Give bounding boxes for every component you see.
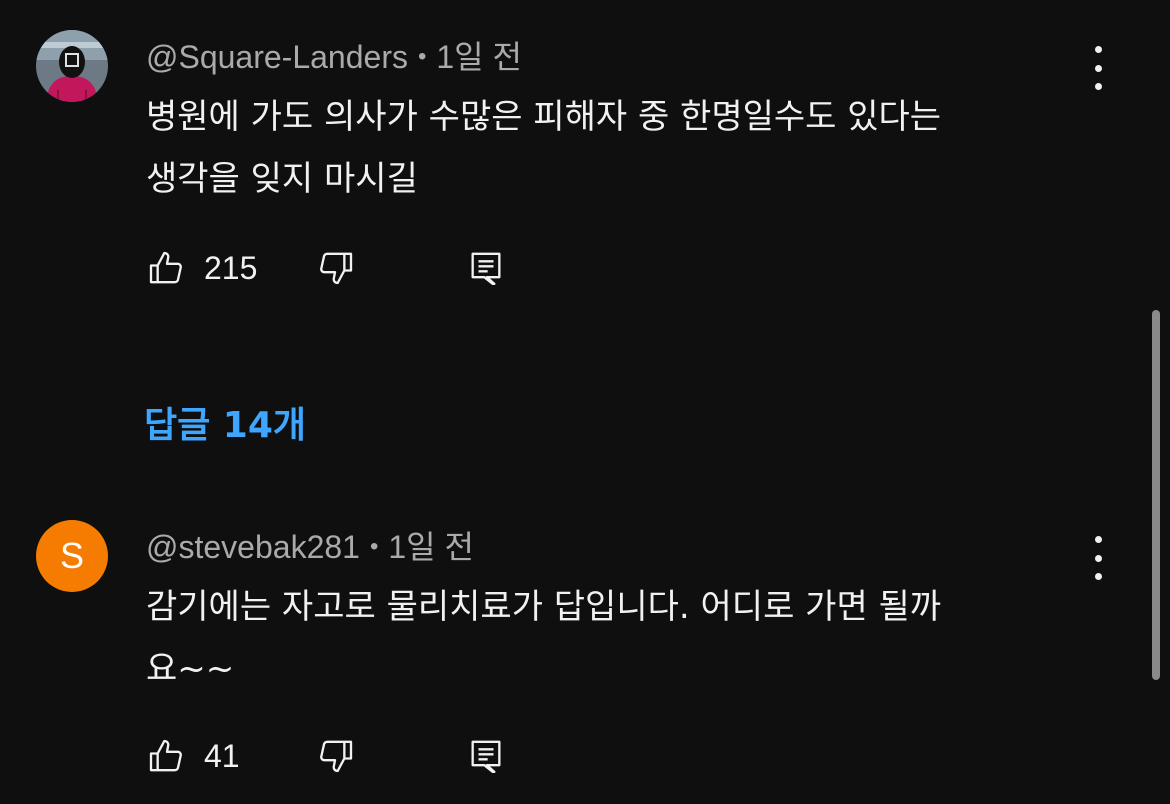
comment-text: 병원에 가도 의사가 수많은 피해자 중 한명일수도 있다는 생각을 잊지 마시…: [146, 86, 1076, 210]
comment-text-line: 감기에는 자고로 물리치료가 답입니다. 어디로 가면 될까: [146, 587, 942, 627]
avatar[interactable]: S: [36, 520, 108, 592]
like-button[interactable]: 41: [146, 734, 240, 778]
author-name[interactable]: @Square-Landers: [146, 39, 408, 75]
comment-time: 1일 전: [436, 39, 522, 75]
scrollbar[interactable]: [1152, 310, 1160, 680]
meta-separator: •: [417, 43, 427, 70]
comment-time: 1일 전: [388, 529, 474, 565]
thumbs-down-icon: [320, 252, 353, 285]
masked-guard-avatar-icon: [36, 30, 108, 102]
comment-icon: [471, 740, 501, 773]
reply-button[interactable]: [466, 246, 506, 290]
more-options-icon[interactable]: [1082, 536, 1114, 580]
dislike-button[interactable]: [316, 734, 356, 778]
like-button[interactable]: 215: [146, 246, 257, 290]
meta-separator: •: [369, 533, 379, 560]
comment-text-line: 생각을 잊지 마시길: [146, 159, 418, 199]
avatar[interactable]: [36, 30, 108, 102]
comment-text: 감기에는 자고로 물리치료가 답입니다. 어디로 가면 될까 요~~: [146, 576, 1076, 700]
comments-page: @Square-Landers • 1일 전 병원에 가도 의사가 수많은 피해자 …: [0, 0, 1170, 804]
author-name[interactable]: @stevebak281: [146, 529, 360, 565]
like-count: 41: [204, 737, 240, 774]
comment-icon: [471, 252, 501, 285]
thumbs-up-icon: [149, 739, 182, 772]
reply-button[interactable]: [466, 734, 506, 778]
view-replies-link[interactable]: 답글 14개: [144, 396, 306, 448]
thumbs-up-icon: [149, 251, 182, 284]
comment-meta: @stevebak281 • 1일 전: [146, 522, 474, 568]
like-count: 215: [204, 249, 258, 286]
comment-meta: @Square-Landers • 1일 전: [146, 32, 522, 78]
comment-text-line: 요~~: [146, 649, 235, 689]
more-options-icon[interactable]: [1082, 46, 1114, 90]
dislike-button[interactable]: [316, 246, 356, 290]
thumbs-down-icon: [320, 740, 353, 773]
comment-text-line: 병원에 가도 의사가 수많은 피해자 중 한명일수도 있다는: [146, 97, 942, 137]
